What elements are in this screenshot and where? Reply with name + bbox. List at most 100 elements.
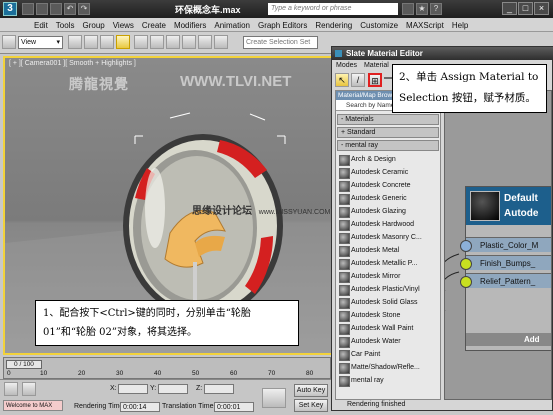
material-item[interactable]: Autodesk Concrete [336,179,440,192]
assign-material-to-selection-button[interactable]: ⊞ [368,73,382,87]
menu-rendering[interactable]: Rendering [311,18,356,31]
material-item[interactable]: Autodesk Glazing [336,205,440,218]
y-coordinate-field[interactable] [158,384,188,394]
undo-icon[interactable]: ↶ [64,3,76,15]
y-label: Y: [150,385,157,392]
material-item[interactable]: Autodesk Plastic/Vinyl [336,283,440,296]
maxscript-listener-mini[interactable]: Welcome to MAX [3,400,63,411]
material-item[interactable]: mental ray [336,374,440,387]
time-slider[interactable]: 0 / 100 [6,360,42,369]
tick-label: 80 [306,370,314,377]
star-icon[interactable]: ★ [416,3,428,15]
material-item[interactable]: Autodesk Solid Glass [336,296,440,309]
tick-label: 60 [230,370,238,377]
material-item[interactable]: Autodesk Generic [336,192,440,205]
select-icon[interactable] [84,35,98,49]
status-bar: X: Y: Z: Welcome to MAX Rendering Time 0… [0,379,331,415]
tick-label: 20 [78,370,86,377]
selection-lock-icon[interactable] [22,382,36,396]
material-list: - Materials + Standard - mental ray Arch… [336,112,440,399]
menu-animation[interactable]: Animation [210,18,254,31]
title-bar: 3 ↶ ↷ 环保概念车.max Type a keyword or phrase… [0,0,553,18]
material-item[interactable]: Autodesk Masonry C... [336,231,440,244]
menu-group[interactable]: Group [78,18,108,31]
app-logo-icon[interactable]: 3 [3,2,17,16]
edit-named-selection-icon[interactable] [198,35,212,49]
move-icon[interactable] [116,35,130,49]
set-key-button[interactable]: Set Key [294,399,328,412]
binoculars-icon[interactable] [402,3,414,15]
new-file-icon[interactable] [22,3,34,15]
percent-snap-icon[interactable] [166,35,180,49]
redo-icon[interactable]: ↷ [78,3,90,15]
menu-bar: Edit Tools Group Views Create Modifiers Animat… [0,18,553,32]
rollout-mental-ray[interactable]: - mental ray [337,140,439,151]
material-item[interactable]: Car Paint [336,348,440,361]
rollout-materials[interactable]: - Materials [337,114,439,125]
material-item[interactable]: Matte/Shadow/Refle... [336,361,440,374]
manipulate-icon[interactable] [100,35,114,49]
node-view-panel[interactable]: Default Autode Plastic_Color_M Finish_Bu… [444,90,552,400]
slate-status-text: Rendering finished [347,401,406,408]
tick-label: 50 [192,370,200,377]
pivot-icon[interactable] [68,35,82,49]
instruction-callout-step-2: 2、单击 Assign Material to Selection 按钮，赋予材… [392,64,547,113]
menu-maxscript[interactable]: MAXScript [402,18,448,31]
key-icon[interactable] [262,388,286,408]
forum-watermark-url: www.MISSYUAN.COM [258,209,331,216]
slate-editor-title[interactable]: Slate Material Editor [332,47,553,60]
rendering-time-value: 0:00:14 [120,402,160,412]
material-item[interactable]: Autodesk Water [336,335,440,348]
material-item[interactable]: Autodesk Metallic P... [336,257,440,270]
material-item[interactable]: Autodesk Ceramic [336,166,440,179]
slate-menu-material[interactable]: Material [364,62,389,69]
select-tool-icon[interactable]: ↖ [335,73,349,87]
help-icon[interactable]: ? [430,3,442,15]
search-input[interactable]: Type a keyword or phrase [268,3,398,15]
material-item[interactable]: Autodesk Metal [336,244,440,257]
node-connection-wires [445,253,460,311]
x-coordinate-field[interactable] [118,384,148,394]
window-title: 环保概念车.max [175,5,241,15]
rollout-standard[interactable]: + Standard [337,127,439,138]
menu-edit[interactable]: Edit [30,18,52,31]
tick-label: 70 [268,370,276,377]
pick-material-icon[interactable]: / [351,73,365,87]
material-item[interactable]: Autodesk Wall Paint [336,322,440,335]
material-item[interactable]: Arch & Design [336,153,440,166]
minimize-button[interactable]: _ [502,2,517,15]
maximize-button[interactable]: □ [518,2,533,15]
spinner-snap-icon[interactable] [182,35,196,49]
link-icon[interactable] [2,35,16,49]
rendering-time-label: Rendering Time [74,403,124,410]
close-button[interactable]: × [534,2,549,15]
translation-time-value: 0:00:01 [214,402,254,412]
menu-graph-editors[interactable]: Graph Editors [254,18,311,31]
forum-watermark: 思缘设计论坛 www.MISSYUAN.COM [192,202,330,217]
time-slider-track[interactable]: 0 / 100 0 10 20 30 40 50 60 70 80 [3,357,331,379]
z-coordinate-field[interactable] [204,384,234,394]
material-item[interactable]: Autodesk Stone [336,309,440,322]
angle-snap-icon[interactable] [150,35,164,49]
x-label: X: [110,385,117,392]
lock-icon[interactable] [4,382,18,396]
menu-help[interactable]: Help [448,18,472,31]
menu-tools[interactable]: Tools [52,18,79,31]
material-item[interactable]: Autodesk Hardwood [336,218,440,231]
named-selection-set-input[interactable]: Create Selection Set [243,36,318,49]
save-file-icon[interactable] [50,3,62,15]
forum-watermark-text: 思缘设计论坛 [192,206,252,217]
auto-key-button[interactable]: Auto Key [294,384,328,397]
open-file-icon[interactable] [36,3,48,15]
mirror-icon[interactable] [214,35,228,49]
translation-time-label: Translation Time [162,403,214,410]
menu-modifiers[interactable]: Modifiers [170,18,210,31]
material-item[interactable]: Autodesk Mirror [336,270,440,283]
menu-create[interactable]: Create [138,18,170,31]
slate-menu-modes[interactable]: Modes [336,62,357,69]
tick-label: 10 [40,370,48,377]
snap-icon[interactable] [134,35,148,49]
menu-customize[interactable]: Customize [356,18,402,31]
reference-coordinate-select[interactable]: View [18,36,63,49]
menu-views[interactable]: Views [109,18,138,31]
